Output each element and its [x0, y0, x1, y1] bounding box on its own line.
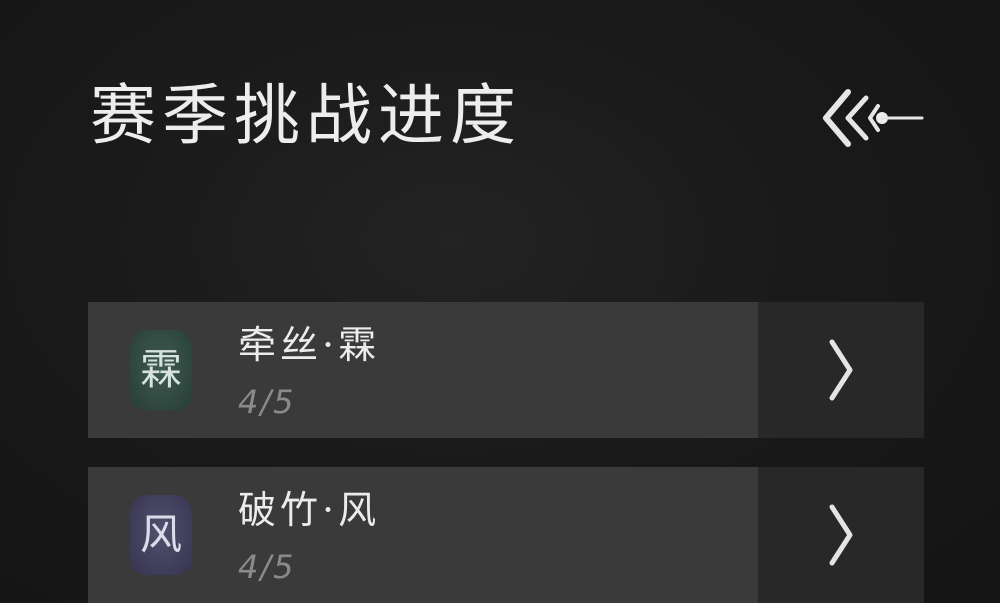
challenge-progress: 4/5 [238, 548, 296, 586]
seal-character: 霖 [139, 345, 182, 394]
seal-character: 风 [139, 510, 182, 559]
page-title: 赛季挑战进度 [90, 77, 522, 154]
challenge-row-main[interactable]: 风 破竹·风 4/5 [88, 467, 758, 603]
challenge-progress: 4/5 [238, 383, 296, 421]
chevron-right-icon [829, 339, 853, 401]
seal-badge-icon: 霖 [130, 330, 192, 410]
challenge-detail-button[interactable] [758, 467, 924, 603]
seal-badge-icon: 风 [130, 495, 192, 575]
back-arrow-icon [823, 89, 924, 147]
chevron-right-icon [829, 504, 853, 566]
challenge-row[interactable]: 霖 牵丝·霖 4/5 [88, 302, 924, 438]
challenge-row[interactable]: 风 破竹·风 4/5 [88, 467, 924, 603]
challenge-detail-button[interactable] [758, 302, 924, 438]
back-button[interactable] [818, 84, 928, 152]
challenge-name: 牵丝·霖 [238, 323, 381, 367]
challenge-row-main[interactable]: 霖 牵丝·霖 4/5 [88, 302, 758, 438]
challenge-name: 破竹·风 [238, 488, 381, 532]
